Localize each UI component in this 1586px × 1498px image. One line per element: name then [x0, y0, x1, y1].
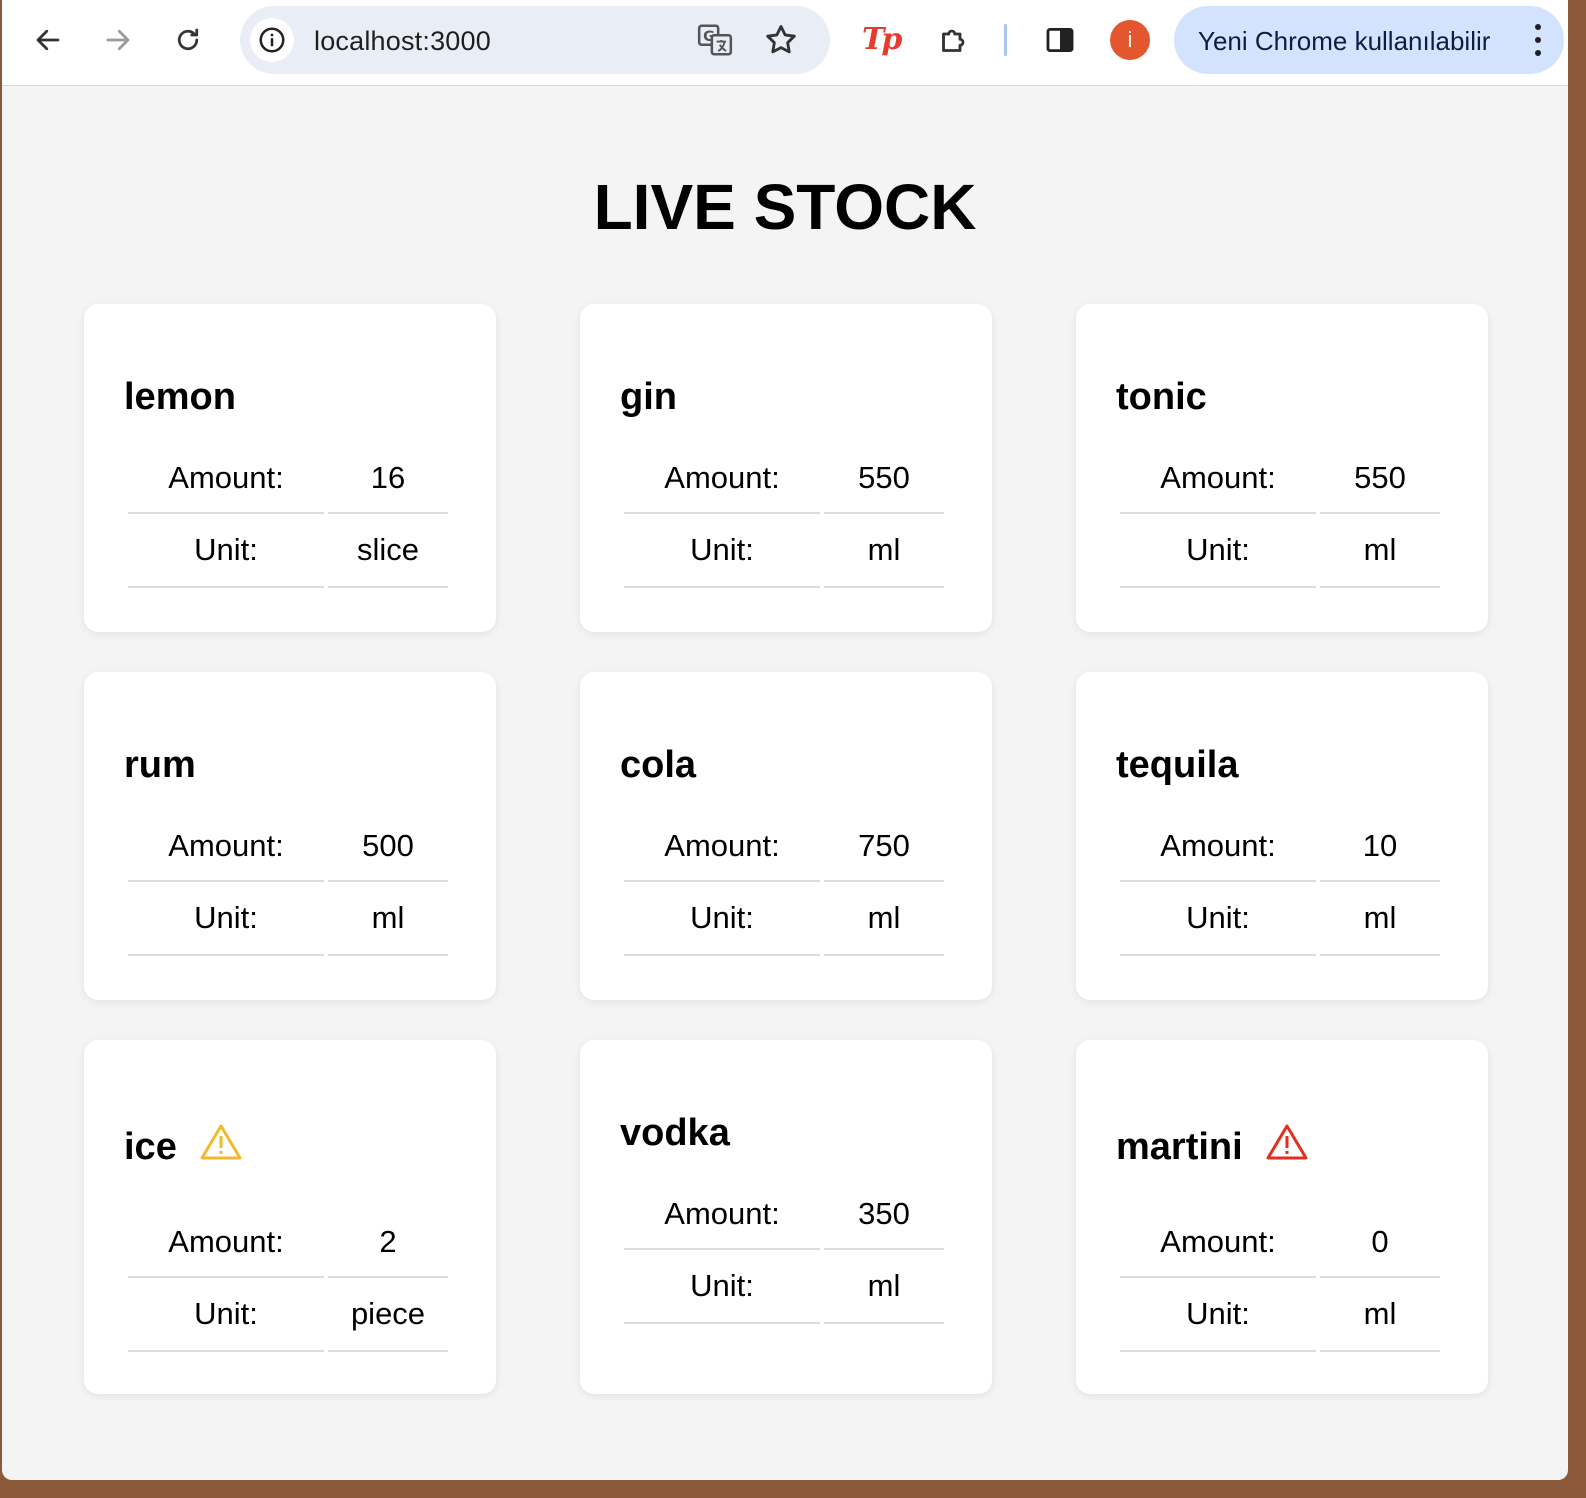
stock-table: Amount: 10 Unit: ml — [1116, 818, 1444, 956]
unit-value: ml — [1320, 882, 1440, 956]
amount-value: 550 — [824, 450, 944, 514]
unit-value: ml — [824, 1250, 944, 1324]
error-triangle-icon — [1265, 1123, 1309, 1171]
stock-table: Amount: 500 Unit: ml — [124, 818, 452, 956]
item-name: tonic — [1116, 375, 1207, 418]
unit-label: Unit: — [128, 514, 324, 588]
amount-label: Amount: — [128, 1214, 324, 1278]
warning-triangle-icon — [199, 1123, 243, 1171]
unit-value: ml — [824, 882, 944, 956]
amount-value: 350 — [824, 1186, 944, 1250]
item-name: martini — [1116, 1125, 1243, 1168]
menu-kebab-icon[interactable] — [1532, 24, 1544, 56]
unit-label: Unit: — [624, 514, 820, 588]
address-bar[interactable]: localhost:3000 G — [240, 6, 830, 74]
stock-card-martini: martini Amount: 0 Unit: ml — [1076, 1040, 1488, 1394]
update-label: Yeni Chrome kullanılabilir — [1198, 26, 1491, 56]
extensions-button[interactable] — [934, 20, 974, 60]
unit-value: ml — [328, 882, 448, 956]
unit-label: Unit: — [1120, 514, 1316, 588]
arrow-right-icon — [106, 29, 130, 51]
stock-table: Amount: 16 Unit: slice — [124, 450, 452, 588]
unit-value: ml — [824, 514, 944, 588]
item-name: lemon — [124, 375, 236, 418]
item-name: ice — [124, 1125, 177, 1168]
amount-value: 10 — [1320, 818, 1440, 882]
item-name: cola — [620, 743, 697, 786]
unit-value: ml — [1320, 514, 1440, 588]
item-name: tequila — [1116, 743, 1239, 786]
stock-table: Amount: 750 Unit: ml — [620, 818, 948, 956]
unit-label: Unit: — [624, 882, 820, 956]
amount-label: Amount: — [624, 1186, 820, 1250]
page-title: LIVE STOCK — [593, 171, 977, 243]
amount-value: 2 — [328, 1214, 448, 1278]
bookmark-star-icon[interactable] — [762, 21, 800, 64]
unit-label: Unit: — [1120, 882, 1316, 956]
stock-table: Amount: 350 Unit: ml — [620, 1186, 948, 1324]
chrome-update-button[interactable]: Yeni Chrome kullanılabilir — [1174, 6, 1564, 74]
url-text[interactable]: localhost:3000 — [314, 26, 491, 57]
side-panel-icon — [1046, 27, 1074, 53]
stock-card-cola: cola Amount: 750 Unit: ml — [580, 672, 992, 1000]
unit-label: Unit: — [624, 1250, 820, 1324]
puzzle-icon — [942, 29, 965, 52]
site-info-button[interactable] — [250, 18, 294, 62]
unit-value: piece — [328, 1278, 448, 1352]
browser-toolbar: localhost:3000 G Tp i Yeni Chrome kullan… — [2, 0, 1568, 86]
amount-value: 750 — [824, 818, 944, 882]
amount-label: Amount: — [128, 450, 324, 514]
stock-table: Amount: 2 Unit: piece — [124, 1214, 452, 1352]
reload-button[interactable] — [168, 20, 208, 60]
amount-value: 16 — [328, 450, 448, 514]
stock-card-lemon: lemon Amount: 16 Unit: slice — [84, 304, 496, 632]
reload-icon — [177, 28, 199, 51]
unit-value: ml — [1320, 1278, 1440, 1352]
back-button[interactable] — [28, 20, 68, 60]
profile-avatar[interactable]: i — [1110, 20, 1150, 60]
tp-extension-icon[interactable]: Tp — [862, 22, 902, 57]
arrow-left-icon — [36, 29, 60, 51]
stock-card-ice: ice Amount: 2 Unit: piece — [84, 1040, 496, 1394]
toolbar-divider — [1004, 24, 1007, 56]
amount-label: Amount: — [1120, 1214, 1316, 1278]
stock-table: Amount: 550 Unit: ml — [1116, 450, 1444, 588]
amount-value: 0 — [1320, 1214, 1440, 1278]
unit-value: slice — [328, 514, 448, 588]
forward-button[interactable] — [98, 20, 138, 60]
info-icon — [259, 27, 285, 53]
item-name: rum — [124, 743, 196, 786]
amount-label: Amount: — [624, 450, 820, 514]
amount-label: Amount: — [128, 818, 324, 882]
stock-card-tonic: tonic Amount: 550 Unit: ml — [1076, 304, 1488, 632]
amount-label: Amount: — [624, 818, 820, 882]
stock-grid: lemon Amount: 16 Unit: slice gin Amount: 55… — [84, 304, 1488, 1394]
stock-table: Amount: 0 Unit: ml — [1116, 1214, 1444, 1352]
unit-label: Unit: — [1120, 1278, 1316, 1352]
item-name: gin — [620, 375, 677, 418]
amount-value: 550 — [1320, 450, 1440, 514]
stock-card-rum: rum Amount: 500 Unit: ml — [84, 672, 496, 1000]
unit-label: Unit: — [128, 882, 324, 956]
amount-value: 500 — [328, 818, 448, 882]
stock-card-tequila: tequila Amount: 10 Unit: ml — [1076, 672, 1488, 1000]
stock-card-gin: gin Amount: 550 Unit: ml — [580, 304, 992, 632]
stock-card-vodka: vodka Amount: 350 Unit: ml — [580, 1040, 992, 1394]
amount-label: Amount: — [1120, 818, 1316, 882]
translate-icon[interactable]: G — [696, 21, 734, 64]
item-name: vodka — [620, 1111, 730, 1154]
side-panel-button[interactable] — [1040, 20, 1080, 60]
unit-label: Unit: — [128, 1278, 324, 1352]
browser-window: localhost:3000 G Tp i Yeni Chrome kullan… — [2, 0, 1568, 1480]
amount-label: Amount: — [1120, 450, 1316, 514]
stock-table: Amount: 550 Unit: ml — [620, 450, 948, 588]
